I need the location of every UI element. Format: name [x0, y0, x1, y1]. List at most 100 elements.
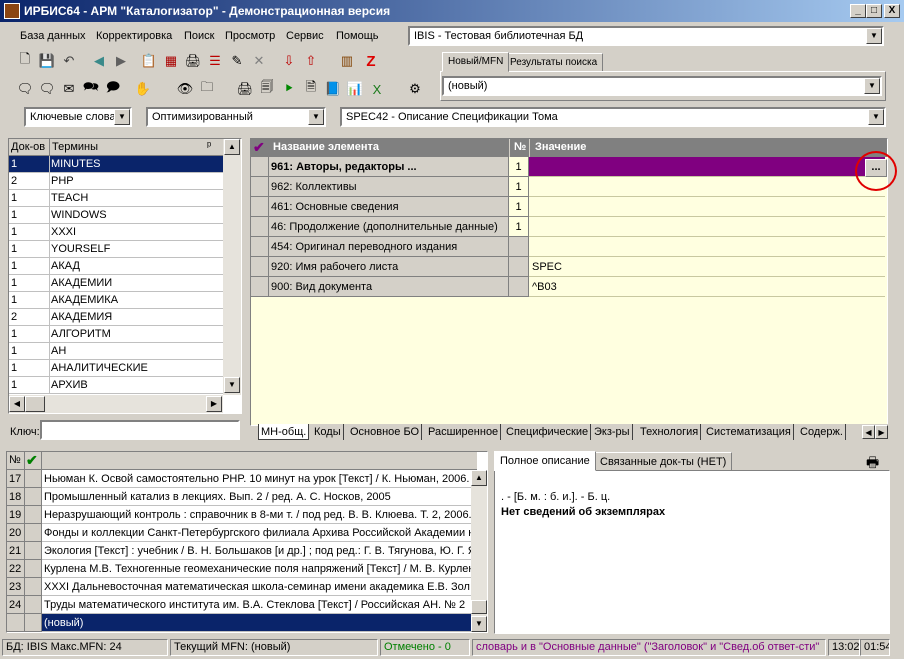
record-select[interactable]: (новый) ▼ [442, 76, 882, 96]
editor-row[interactable]: 46: Продолжение (дополнительные данные) 1 [251, 217, 885, 237]
editor-row-value[interactable] [529, 157, 885, 177]
scroll-down-icon[interactable]: ▼ [471, 616, 487, 632]
horizontal-scrollbar[interactable]: ◀ ▶ [9, 395, 223, 413]
chevron-down-icon[interactable]: ▼ [864, 78, 880, 94]
close-button[interactable]: X [884, 4, 900, 18]
message-icon[interactable]: 🗩 [102, 78, 124, 100]
scroll-thumb[interactable] [25, 396, 45, 412]
dictionary-row[interactable]: 2 АКАДЕМИЯ [9, 309, 223, 326]
tab-contents[interactable]: Содерж. [798, 424, 846, 440]
document-row[interactable]: 24 Труды математического института им. В.… [7, 596, 483, 614]
editor-row[interactable]: 920: Имя рабочего листа SPEC [251, 257, 885, 277]
dictionary-row[interactable]: 1 АРХИВ [9, 377, 223, 394]
key-input[interactable] [40, 420, 240, 440]
chevron-down-icon[interactable]: ▼ [114, 109, 130, 125]
new-icon[interactable]: 🗋 [14, 50, 36, 72]
scroll-thumb[interactable] [471, 600, 487, 614]
comment-search-icon[interactable]: 🗨 [36, 78, 58, 100]
back-icon[interactable]: ◀ [88, 50, 110, 72]
document-row[interactable]: (новый) [7, 614, 483, 632]
view-icon[interactable]: 👁 [174, 78, 196, 100]
dictionary-row[interactable]: 2 PHP [9, 173, 223, 190]
import-icon[interactable]: ⇩ [278, 50, 300, 72]
tab-extended[interactable]: Расширенное [426, 424, 502, 440]
editor-row[interactable]: 461: Основные сведения 1 [251, 197, 885, 217]
grid-icon[interactable]: ▦ [160, 50, 182, 72]
dictionary-row[interactable]: 1 АКАД [9, 258, 223, 275]
editor-row-value[interactable] [529, 217, 885, 237]
chat-icon[interactable]: 🗪 [80, 78, 102, 100]
tab-mn-general[interactable]: МН-общ. [258, 424, 310, 440]
run-icon[interactable]: ⯈ [278, 78, 300, 100]
folder-icon[interactable]: 🗀 [196, 78, 218, 100]
undo-icon[interactable]: ↶ [58, 50, 80, 72]
document-row[interactable]: 19 Неразрушающий контроль : справочник в … [7, 506, 483, 524]
tab-codes[interactable]: Коды [312, 424, 344, 440]
print2-icon[interactable]: 🖨 [234, 78, 256, 100]
dictionary-row[interactable]: 1 YOURSELF [9, 241, 223, 258]
dictionary-list[interactable]: Док-ов Термины ᵖ 1 MINUTES 2 PHP 1 TEACH 1 WIND… [8, 138, 242, 414]
scroll-down-icon[interactable]: ▼ [224, 377, 240, 393]
dictionary-row[interactable]: 1 АНАЛИТИЧЕСКИЕ [9, 360, 223, 377]
docs-icon[interactable]: 🗎 [300, 78, 322, 100]
dictionary-row[interactable]: 1 WINDOWS [9, 207, 223, 224]
document-row[interactable]: 17 Ньюман К. Освой самостоятельно PHP. 10… [7, 470, 483, 488]
scroll-up-icon[interactable]: ▲ [471, 470, 487, 486]
menu-search[interactable]: Поиск [184, 27, 214, 45]
document-row-mark[interactable] [25, 506, 42, 524]
book-icon[interactable]: 📘 [322, 78, 344, 100]
tab-basic-bo[interactable]: Основное БО [348, 424, 423, 440]
barcode-icon[interactable]: ▥ [336, 50, 358, 72]
chevron-down-icon[interactable]: ▼ [308, 109, 324, 125]
export-icon[interactable]: ⇧ [300, 50, 322, 72]
documents-scrollbar[interactable]: ▲ ▼ [471, 470, 487, 632]
editor-row-value[interactable]: SPEC [529, 257, 885, 277]
chevron-down-icon[interactable]: ▼ [868, 109, 884, 125]
dictionary-row[interactable]: 1 АЛГОРИТМ [9, 326, 223, 343]
scroll-up-icon[interactable]: ▲ [224, 139, 240, 155]
editor-row[interactable]: 962: Коллективы 1 [251, 177, 885, 197]
pages-icon[interactable]: 🗐 [256, 78, 278, 100]
document-row-mark[interactable] [25, 560, 42, 578]
tab-technology[interactable]: Технология [638, 424, 702, 440]
maximize-button[interactable]: □ [866, 4, 882, 18]
document-row-mark[interactable] [25, 596, 42, 614]
excel-icon[interactable]: X [366, 78, 388, 100]
document-row[interactable]: 18 Промышленный катализ в лекциях. Вып. 2… [7, 488, 483, 506]
comment-icon[interactable]: 🗨 [14, 78, 36, 100]
delete-icon[interactable]: ✕ [248, 50, 270, 72]
documents-list[interactable]: № ✔ 17 Ньюман К. Освой самостоятельно PHP… [6, 451, 488, 633]
menu-edit[interactable]: Корректировка [96, 27, 172, 45]
dictionary-row[interactable]: 1 АКАДЕМИКА [9, 292, 223, 309]
document-row-mark[interactable] [25, 578, 42, 596]
pin-icon[interactable]: ᵖ [207, 140, 211, 152]
edit-icon[interactable]: ✎ [226, 50, 248, 72]
scroll-left-icon[interactable]: ◀ [9, 396, 25, 412]
z3950-icon[interactable]: Z [360, 50, 382, 72]
editor-row-value[interactable] [529, 237, 885, 257]
document-row-mark[interactable] [25, 542, 42, 560]
tab-systematization[interactable]: Систематизация [704, 424, 794, 440]
hand-icon[interactable]: ✋ [132, 78, 154, 100]
menu-database[interactable]: База данных [20, 27, 86, 45]
document-row[interactable]: 22 Курлена М.В. Техногенные геомеханическ… [7, 560, 483, 578]
print-icon[interactable]: 🖨 [182, 50, 204, 72]
editor-row[interactable]: 961: Авторы, редакторы ... 1 [251, 157, 885, 177]
document-row[interactable]: 23 XXXI Дальневосточная математическая шк… [7, 578, 483, 596]
scroll-right-icon[interactable]: ▶ [206, 396, 222, 412]
settings-icon[interactable]: ⚙ [404, 78, 426, 100]
document-row[interactable]: 20 Фонды и коллекции Санкт-Петербургского… [7, 524, 483, 542]
copy-icon[interactable]: 📋 [138, 50, 160, 72]
document-row-mark[interactable] [25, 470, 42, 488]
chart-icon[interactable]: 📊 [344, 78, 366, 100]
tab-full-description[interactable]: Полное описание [494, 451, 596, 471]
dictionary-row[interactable]: 1 XXXI [9, 224, 223, 241]
tab-copies[interactable]: Экз-ры [592, 424, 633, 440]
tab-search-results[interactable]: Результаты поиска [504, 53, 604, 72]
forward-icon[interactable]: ▶ [110, 50, 132, 72]
document-row-mark[interactable] [25, 524, 42, 542]
database-select[interactable]: IBIS - Тестовая библиотечная БД ▼ [408, 26, 884, 46]
editor-row-value[interactable] [529, 177, 885, 197]
mode-select[interactable]: Оптимизированный ▼ [146, 107, 326, 127]
vertical-scrollbar[interactable]: ▲ ▼ [223, 139, 241, 395]
